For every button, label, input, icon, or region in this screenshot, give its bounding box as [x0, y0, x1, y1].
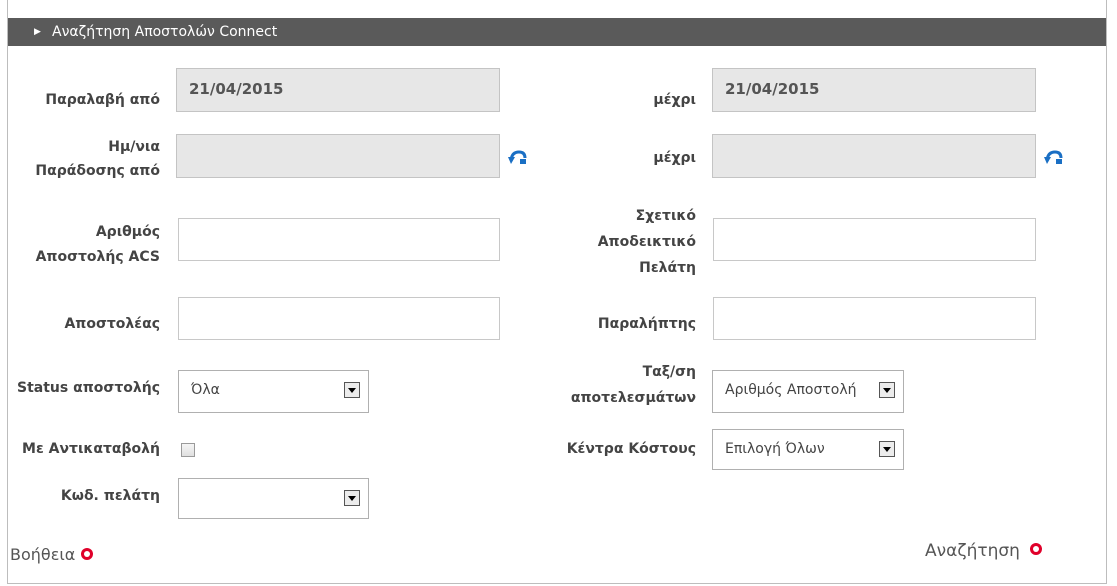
delivery-from-field[interactable] [176, 134, 500, 178]
red-circle-icon [81, 547, 94, 560]
status-selected-value: Όλα [191, 382, 220, 398]
customer-ref-label-line3: Πελάτη [639, 260, 696, 276]
chevron-down-icon[interactable] [879, 382, 895, 398]
search-button-label: Αναζήτηση [925, 541, 1020, 561]
customer-code-label: Κωδ. πελάτη [60, 488, 160, 504]
acs-number-label-line2: Αποστολής ACS [35, 249, 160, 265]
sender-input[interactable] [178, 297, 500, 340]
cost-centers-selected-value: Επιλογή Όλων [725, 441, 825, 457]
chevron-down-icon[interactable] [344, 382, 360, 398]
acs-number-input[interactable] [178, 218, 500, 261]
delivery-to-field[interactable] [712, 134, 1036, 178]
customer-ref-input[interactable] [713, 218, 1036, 261]
panel-title: Αναζήτηση Αποστολών Connect [52, 24, 278, 40]
delivery-from-label-line1: Ημ/νια [108, 139, 160, 155]
chevron-down-icon[interactable] [879, 441, 895, 457]
chevron-down-icon[interactable] [344, 490, 360, 506]
search-button[interactable]: Αναζήτηση [925, 541, 1042, 561]
undo-arrow-icon[interactable] [508, 148, 528, 166]
triangle-right-icon: ▶ [34, 27, 41, 37]
delivery-from-label-line2: Παράδοσης από [35, 163, 160, 179]
pickup-from-field[interactable]: 21/04/2015 [176, 68, 500, 112]
sort-label-line2: αποτελεσμάτων [570, 390, 696, 406]
cod-checkbox[interactable] [181, 443, 195, 457]
red-circle-icon [1029, 543, 1042, 555]
sort-label-line1: Ταξ/ση [642, 364, 696, 380]
panel-header: ▶ Αναζήτηση Αποστολών Connect [8, 18, 1106, 46]
cost-centers-label: Κέντρα Κόστους [566, 441, 696, 457]
help-link-label: Βοήθεια [10, 545, 76, 564]
pickup-to-field[interactable]: 21/04/2015 [712, 68, 1036, 112]
cost-centers-select[interactable]: Επιλογή Όλων [712, 429, 904, 470]
status-label: Status αποστολής [17, 380, 160, 396]
customer-ref-label-line1: Σχετικό [635, 208, 696, 224]
sort-select[interactable]: Αριθμός Αποστολή [712, 370, 904, 413]
cod-label: Με Αντικαταβολή [22, 441, 160, 457]
sort-selected-value: Αριθμός Αποστολή [725, 382, 857, 398]
customer-ref-label-line2: Αποδεικτικό [597, 234, 696, 250]
undo-arrow-icon[interactable] [1044, 148, 1064, 166]
help-link[interactable]: Βοήθεια [10, 545, 94, 565]
delivery-to-label: μέχρι [653, 150, 696, 166]
recipient-label: Παραλήπτης [597, 316, 696, 332]
pickup-from-label: Παραλαβή από [45, 92, 160, 108]
acs-number-label-line1: Αριθμός [95, 224, 160, 240]
sender-label: Αποστολέας [64, 316, 160, 332]
status-select[interactable]: Όλα [178, 370, 369, 413]
customer-code-select[interactable] [178, 478, 369, 519]
recipient-input[interactable] [713, 297, 1036, 340]
pickup-to-label: μέχρι [653, 92, 696, 108]
